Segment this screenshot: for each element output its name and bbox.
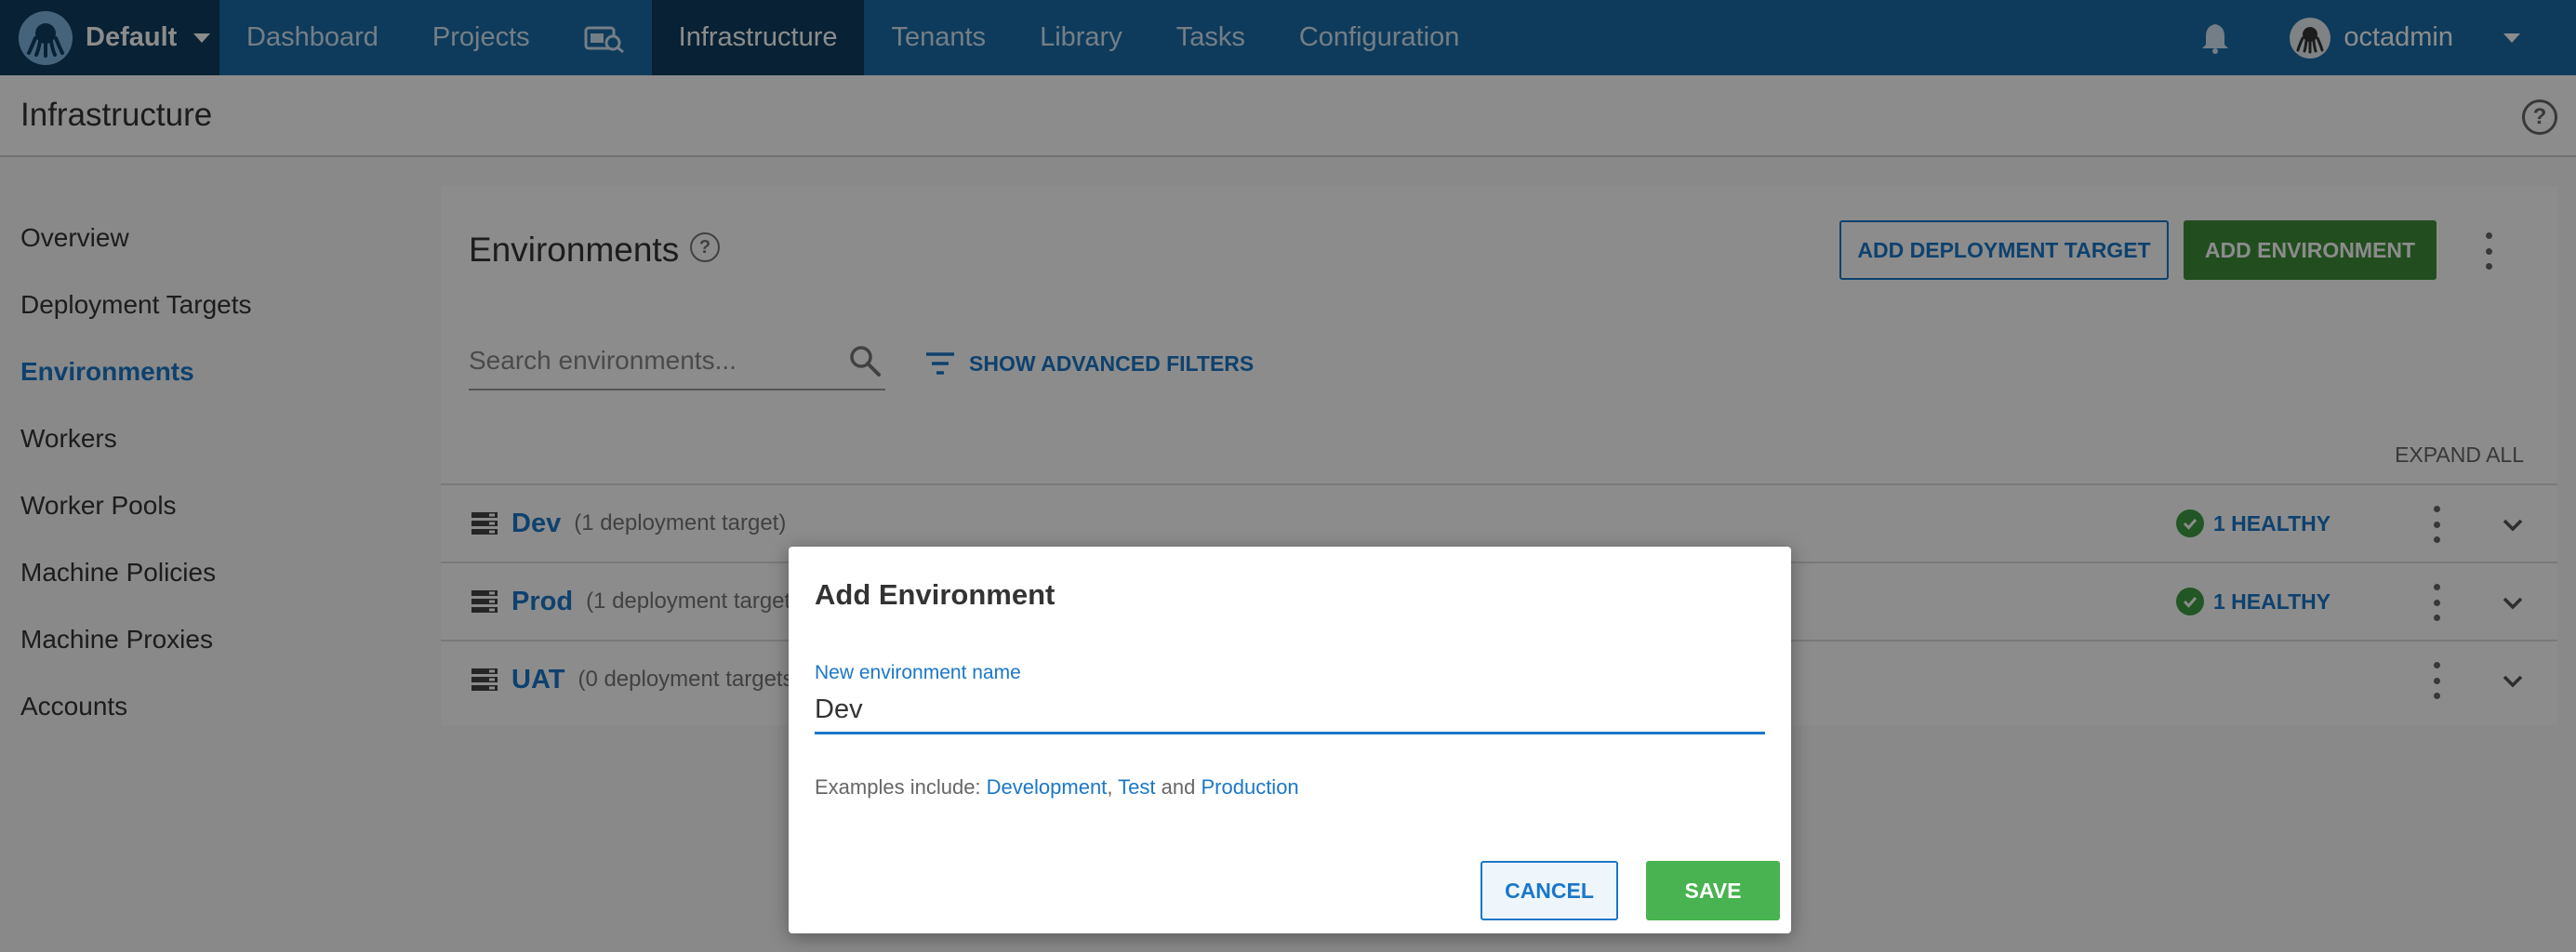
add-environment-dialog: Add Environment New environment name Exa…	[789, 547, 1791, 933]
example-link-development[interactable]: Development	[987, 775, 1108, 799]
examples-and: and	[1161, 775, 1196, 799]
examples-separator: ,	[1107, 775, 1113, 799]
environment-name-label: New environment name	[815, 662, 1021, 683]
examples-prefix: Examples include:	[815, 775, 981, 799]
example-link-test[interactable]: Test	[1118, 775, 1155, 799]
example-link-production[interactable]: Production	[1201, 775, 1298, 799]
environment-name-field[interactable]	[815, 688, 1765, 734]
save-button[interactable]: SAVE	[1646, 861, 1780, 920]
examples-hint: Examples include: Development, Test and …	[815, 775, 1299, 800]
dialog-title: Add Environment	[815, 578, 1056, 611]
cancel-button[interactable]: CANCEL	[1481, 861, 1618, 920]
